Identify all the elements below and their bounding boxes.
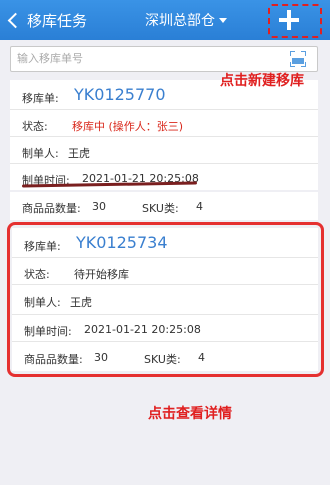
back-button[interactable]: 移库任务 <box>6 6 87 34</box>
creator-row: 制单人: 王虎 <box>10 137 318 164</box>
creator-label: 制单人: <box>22 147 59 160</box>
order-card-footer: 商品品数量: 30 SKU类: 4 <box>10 192 318 220</box>
annotation-add: 点击新建移库 <box>220 73 304 89</box>
qty-label: 商品品数量: <box>22 202 81 215</box>
creator-row: 制单人: 王虎 <box>12 285 318 315</box>
top-bar: 移库任务 深圳总部仓 <box>0 0 330 40</box>
creator-value: 王虎 <box>70 296 92 309</box>
sku-label: SKU类: <box>142 202 179 215</box>
creator-label: 制单人: <box>24 296 61 309</box>
annotation-detail: 点击查看详情 <box>148 406 232 422</box>
status-label: 状态: <box>22 120 48 133</box>
order-card[interactable]: 移库单: YK0125734 状态: 待开始移库 制单人: 王虎 制单时间: 2… <box>12 228 318 371</box>
time-value: 2021-01-21 20:25:08 <box>84 323 201 336</box>
warehouse-label: 深圳总部仓 <box>145 13 215 29</box>
chevron-left-icon <box>7 12 24 28</box>
quantity-row: 商品品数量: 30 SKU类: 4 <box>12 342 318 371</box>
sku-label: SKU类: <box>144 353 181 366</box>
creator-value: 王虎 <box>68 147 90 160</box>
scan-icon[interactable] <box>290 51 306 67</box>
status-value: 移库中 (操作人：张三) <box>72 120 184 133</box>
time-label: 制单时间: <box>24 325 72 338</box>
order-label: 移库单: <box>22 92 59 105</box>
order-number: YK0125734 <box>76 233 168 252</box>
sku-value: 4 <box>198 351 205 364</box>
qty-value: 30 <box>92 200 106 213</box>
status-value: 待开始移库 <box>74 268 129 281</box>
order-row: 移库单: YK0125734 <box>12 228 318 258</box>
page-title: 移库任务 <box>27 11 88 30</box>
status-row: 状态: 待开始移库 <box>12 258 318 285</box>
time-row: 制单时间: 2021-01-21 20:25:08 <box>12 315 318 342</box>
warehouse-selector[interactable]: 深圳总部仓 <box>145 10 227 30</box>
qty-value: 30 <box>94 351 108 364</box>
status-label: 状态: <box>24 268 50 281</box>
order-card[interactable]: 移库单: YK0125770 状态: 移库中 (操作人：张三) 制单人: 王虎 … <box>10 80 318 190</box>
order-label: 移库单: <box>24 240 61 253</box>
status-row: 状态: 移库中 (操作人：张三) <box>10 110 318 137</box>
plus-icon[interactable] <box>279 10 299 30</box>
app-screen: 移库任务 深圳总部仓 输入移库单号 移库单: YK0125770 状态: 移库中… <box>0 0 330 485</box>
caret-down-icon <box>219 17 227 23</box>
sku-value: 4 <box>196 200 203 213</box>
search-input[interactable]: 输入移库单号 <box>10 46 318 72</box>
order-number: YK0125770 <box>74 85 166 104</box>
qty-label: 商品品数量: <box>24 353 83 366</box>
